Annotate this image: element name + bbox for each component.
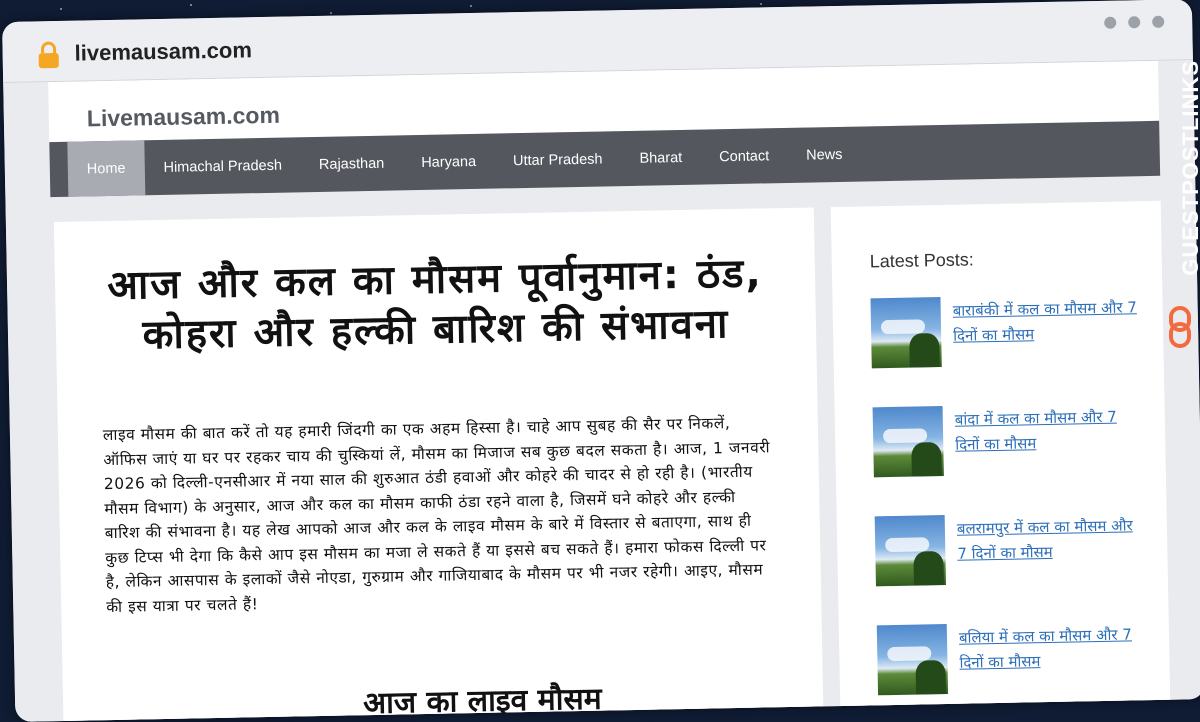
article-body: लाइव मौसम की बात करें तो यह हमारी जिंदगी… [103,410,777,619]
watermark-text: GUESTPOSTLINKS [1178,60,1200,276]
page-viewport: Livemausam.com Home Himachal Pradesh Raj… [3,60,1200,722]
padlock-icon [37,41,60,69]
nav-item-uttar-pradesh[interactable]: Uttar Pradesh [494,131,622,188]
browser-window: livemausam.com Livemausam.com Home Himac… [2,0,1200,722]
nav-item-haryana[interactable]: Haryana [402,134,495,191]
article-subheading: आज का लाइव मौसम [363,674,764,722]
nav-item-rajasthan[interactable]: Rajasthan [299,135,402,192]
nav-item-news[interactable]: News [787,127,861,183]
list-item: बांदा में कल का मौसम और 7 दिनों का मौसम [873,402,1155,516]
latest-posts-list: बाराबंकी में कल का मौसम और 7 दिनों का मौ… [870,293,1158,722]
window-control-dot-icon[interactable] [1128,16,1140,28]
post-link[interactable]: बाराबंकी में कल का मौसम और 7 दिनों का मौ… [952,295,1143,349]
url-text[interactable]: livemausam.com [74,37,252,66]
nav-item-bharat[interactable]: Bharat [620,130,701,187]
chain-link-icon [1168,305,1192,349]
nav-item-himachal-pradesh[interactable]: Himachal Pradesh [144,137,301,195]
list-item: बाराबंकी में कल का मौसम और 7 दिनों का मौ… [870,293,1152,407]
post-thumbnail[interactable] [877,624,948,695]
post-link[interactable]: बांदा में कल का मौसम और 7 दिनों का मौसम [955,404,1146,458]
window-control-dot-icon[interactable] [1152,16,1164,28]
window-control-dot-icon[interactable] [1104,17,1116,29]
list-item: बलिया में कल का मौसम और 7 दिनों का मौसम [877,620,1159,722]
sidebar: Latest Posts: बाराबंकी में कल का मौसम और… [831,201,1171,722]
site-title[interactable]: Livemausam.com [87,102,281,133]
article-title: आज और कल का मौसम पूर्वानुमान: ठंड, कोहरा… [105,248,767,361]
window-controls [1104,16,1164,29]
post-thumbnail[interactable] [873,406,944,477]
main-article: आज और कल का मौसम पूर्वानुमान: ठंड, कोहरा… [54,207,824,721]
list-item: बलरामपुर में कल का मौसम और 7 दिनों का मौ… [875,511,1157,625]
watermark: GUESTPOSTLINKS [1158,55,1200,355]
post-link[interactable]: बलरामपुर में कल का मौसम और 7 दिनों का मौ… [957,513,1148,567]
post-thumbnail[interactable] [870,297,941,368]
post-thumbnail[interactable] [875,515,946,586]
post-link[interactable]: बलिया में कल का मौसम और 7 दिनों का मौसम [959,622,1150,676]
nav-item-home[interactable]: Home [67,140,145,196]
nav-item-contact[interactable]: Contact [700,128,788,185]
sidebar-heading: Latest Posts: [870,249,974,272]
